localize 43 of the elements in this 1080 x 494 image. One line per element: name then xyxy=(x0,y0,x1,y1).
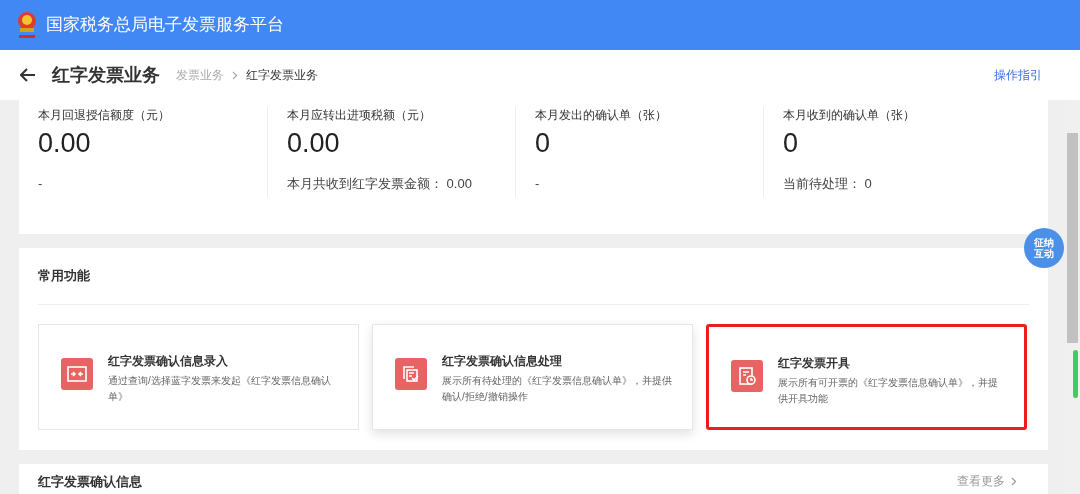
stat-note: 本月共收到红字发票金额： 0.00 xyxy=(287,175,473,193)
function-card[interactable]: 红字发票确认信息录入 通过查询/选择蓝字发票来发起《红字发票信息确认单》 xyxy=(38,324,359,430)
back-arrow-icon[interactable] xyxy=(20,68,36,82)
emblem-icon xyxy=(16,10,38,40)
assistant-char: 互 xyxy=(1034,248,1044,259)
guide-link[interactable]: 操作指引 xyxy=(994,66,1042,84)
function-card[interactable]: 红字发票开具 展示所有可开票的《红字发票信息确认单》，并提供开具功能 xyxy=(706,324,1027,430)
side-indicator-icon xyxy=(1073,350,1078,398)
document-check-icon xyxy=(395,358,427,390)
stat-value: 0 xyxy=(783,127,800,160)
page-title: 红字发票业务 xyxy=(52,63,160,87)
card-title: 红字发票开具 xyxy=(778,355,851,371)
card-description: 通过查询/选择蓝字发票来发起《红字发票信息确认单》 xyxy=(108,374,332,404)
assistant-char: 纳 xyxy=(1044,237,1054,248)
chevron-icon xyxy=(1011,476,1017,486)
stat-note: - xyxy=(38,175,44,193)
stat-value: 0.00 xyxy=(38,127,92,160)
document-clock-icon xyxy=(731,360,763,392)
stat-label: 本月应转出进项税额（元） xyxy=(287,107,432,123)
section-title: 红字发票确认信息 xyxy=(38,473,142,491)
chevron-icon xyxy=(232,70,238,80)
stat-value: 0 xyxy=(535,127,552,160)
section-title: 常用功能 xyxy=(38,248,1029,305)
assistant-widget[interactable]: 征纳 互动 xyxy=(1024,228,1064,268)
stat-value: 0.00 xyxy=(287,127,341,160)
card-description: 展示所有可开票的《红字发票信息确认单》，并提供开具功能 xyxy=(778,376,999,406)
function-card[interactable]: 红字发票确认信息处理 展示所有待处理的《红字发票信息确认单》，并提供确认/拒绝/撤销操作 xyxy=(372,324,693,430)
breadcrumb-item: 红字发票业务 xyxy=(246,67,318,84)
stat-note: - xyxy=(535,175,541,193)
stat-label: 本月发出的确认单（张） xyxy=(535,107,668,123)
assistant-char: 动 xyxy=(1044,248,1054,259)
more-link[interactable]: 查看更多 xyxy=(957,472,1017,490)
card-title: 红字发票确认信息处理 xyxy=(442,353,563,369)
stat-note: 当前待处理： 0 xyxy=(783,175,873,193)
scrollbar-thumb[interactable] xyxy=(1067,133,1078,343)
stat-label: 本月收到的确认单（张） xyxy=(783,107,916,123)
stat-label: 本月回退授信额度（元） xyxy=(38,107,171,123)
assistant-char: 征 xyxy=(1034,237,1044,248)
card-title: 红字发票确认信息录入 xyxy=(108,353,229,369)
platform-title: 国家税务总局电子发票服务平台 xyxy=(46,14,284,37)
breadcrumb-item[interactable]: 发票业务 xyxy=(176,66,224,84)
card-description: 展示所有待处理的《红字发票信息确认单》，并提供确认/拒绝/撤销操作 xyxy=(442,374,672,404)
exchange-icon xyxy=(61,358,93,390)
